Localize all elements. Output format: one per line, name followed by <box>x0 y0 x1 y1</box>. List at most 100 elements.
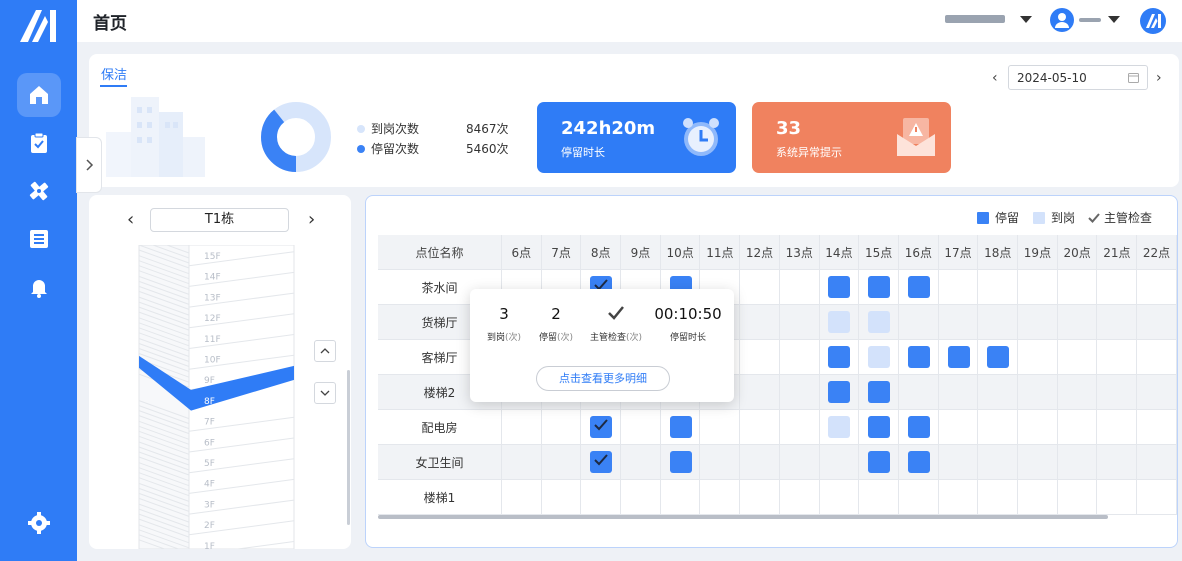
arrive-marker[interactable] <box>828 416 851 438</box>
date-prev-arrow[interactable]: ‹ <box>992 70 998 86</box>
stay-marker[interactable] <box>669 416 692 438</box>
schedule-cell[interactable] <box>899 375 939 410</box>
user-dropdown-caret[interactable] <box>1108 16 1120 23</box>
sidebar-item-notifications[interactable] <box>17 265 61 309</box>
schedule-cell[interactable] <box>1098 445 1138 480</box>
floor-down-button[interactable] <box>314 382 336 404</box>
avatar[interactable] <box>1050 8 1074 32</box>
schedule-cell[interactable] <box>661 480 701 515</box>
schedule-cell[interactable] <box>820 305 860 340</box>
schedule-cell[interactable] <box>899 480 939 515</box>
schedule-cell[interactable] <box>820 480 860 515</box>
schedule-cell[interactable] <box>859 305 899 340</box>
floor-up-button[interactable] <box>314 340 336 362</box>
stay-marker[interactable] <box>868 276 891 298</box>
schedule-cell[interactable] <box>820 375 860 410</box>
sidebar-item-settings[interactable] <box>17 501 61 545</box>
stay-marker[interactable] <box>868 416 891 438</box>
schedule-cell[interactable] <box>1098 480 1138 515</box>
schedule-cell[interactable] <box>621 410 661 445</box>
view-more-details-button[interactable]: 点击查看更多明细 <box>536 366 670 391</box>
schedule-cell[interactable] <box>701 480 741 515</box>
schedule-cell[interactable] <box>1058 340 1098 375</box>
schedule-cell[interactable] <box>939 305 979 340</box>
stay-marker[interactable] <box>947 346 970 368</box>
arrive-marker[interactable] <box>868 346 891 368</box>
schedule-cell[interactable] <box>1098 340 1138 375</box>
schedule-cell[interactable] <box>1058 270 1098 305</box>
schedule-cell[interactable] <box>1018 410 1058 445</box>
collapse-toggle[interactable] <box>76 137 102 193</box>
schedule-cell[interactable] <box>978 270 1019 305</box>
stay-marker[interactable] <box>907 346 930 368</box>
arrive-marker[interactable] <box>828 311 851 333</box>
building-next-arrow[interactable]: › <box>308 209 315 230</box>
schedule-cell[interactable] <box>621 480 661 515</box>
schedule-cell[interactable] <box>780 375 820 410</box>
schedule-cell[interactable] <box>1137 340 1177 375</box>
schedule-cell[interactable] <box>978 305 1019 340</box>
schedule-cell[interactable] <box>1058 445 1098 480</box>
schedule-cell[interactable] <box>780 480 820 515</box>
schedule-cell[interactable] <box>820 410 860 445</box>
schedule-cell[interactable] <box>820 445 860 480</box>
schedule-cell[interactable] <box>978 340 1019 375</box>
schedule-cell[interactable] <box>740 305 780 340</box>
schedule-cell[interactable] <box>542 445 582 480</box>
schedule-cell[interactable] <box>1137 270 1177 305</box>
schedule-cell[interactable] <box>780 270 820 305</box>
schedule-cell[interactable] <box>939 340 979 375</box>
schedule-cell[interactable] <box>1137 375 1177 410</box>
schedule-cell[interactable] <box>859 375 899 410</box>
stay-marker[interactable] <box>868 451 891 473</box>
tab-cleaning[interactable]: 保洁 <box>101 64 127 83</box>
schedule-cell[interactable] <box>542 410 582 445</box>
stay-marker[interactable] <box>828 381 851 403</box>
schedule-cell[interactable] <box>899 270 939 305</box>
tenant-dropdown-caret[interactable] <box>1020 16 1032 23</box>
sidebar-item-tools[interactable] <box>17 169 61 213</box>
schedule-cell[interactable] <box>542 480 582 515</box>
sidebar-item-home[interactable] <box>17 73 61 117</box>
stay-marker[interactable] <box>907 416 930 438</box>
schedule-cell[interactable] <box>1058 480 1098 515</box>
schedule-cell[interactable] <box>780 340 820 375</box>
schedule-cell[interactable] <box>859 340 899 375</box>
schedule-cell[interactable] <box>859 270 899 305</box>
schedule-cell[interactable] <box>740 270 780 305</box>
schedule-cell[interactable] <box>1137 480 1177 515</box>
schedule-cell[interactable] <box>978 445 1019 480</box>
schedule-cell[interactable] <box>701 410 741 445</box>
building-selector[interactable]: T1栋 <box>150 208 289 232</box>
schedule-horizontal-scrollbar[interactable] <box>378 515 1108 519</box>
schedule-cell[interactable] <box>1137 410 1177 445</box>
schedule-cell[interactable] <box>502 445 542 480</box>
stay-marker[interactable] <box>987 346 1010 368</box>
schedule-cell[interactable] <box>581 480 622 515</box>
schedule-cell[interactable] <box>1018 305 1058 340</box>
schedule-cell[interactable] <box>661 410 701 445</box>
schedule-cell[interactable] <box>1137 445 1177 480</box>
schedule-cell[interactable] <box>939 410 979 445</box>
schedule-cell[interactable] <box>859 445 899 480</box>
schedule-cell[interactable] <box>780 305 820 340</box>
schedule-cell[interactable] <box>1018 480 1058 515</box>
sidebar-item-list[interactable] <box>17 217 61 261</box>
schedule-cell[interactable] <box>1058 305 1098 340</box>
sidebar-item-tasks[interactable] <box>17 121 61 165</box>
schedule-cell[interactable] <box>1018 445 1058 480</box>
schedule-cell[interactable] <box>581 410 622 445</box>
date-next-arrow[interactable]: › <box>1156 70 1162 86</box>
stay-marker[interactable] <box>669 451 692 473</box>
schedule-cell[interactable] <box>899 410 939 445</box>
schedule-cell[interactable] <box>1018 375 1058 410</box>
schedule-cell[interactable] <box>978 410 1019 445</box>
schedule-cell[interactable] <box>780 410 820 445</box>
date-picker[interactable]: 2024-05-10 <box>1008 65 1148 90</box>
schedule-cell[interactable] <box>581 445 622 480</box>
schedule-cell[interactable] <box>740 480 780 515</box>
schedule-cell[interactable] <box>740 375 780 410</box>
schedule-cell[interactable] <box>1137 305 1177 340</box>
arrive-marker[interactable] <box>868 311 891 333</box>
app-switch-icon[interactable] <box>1140 8 1166 34</box>
